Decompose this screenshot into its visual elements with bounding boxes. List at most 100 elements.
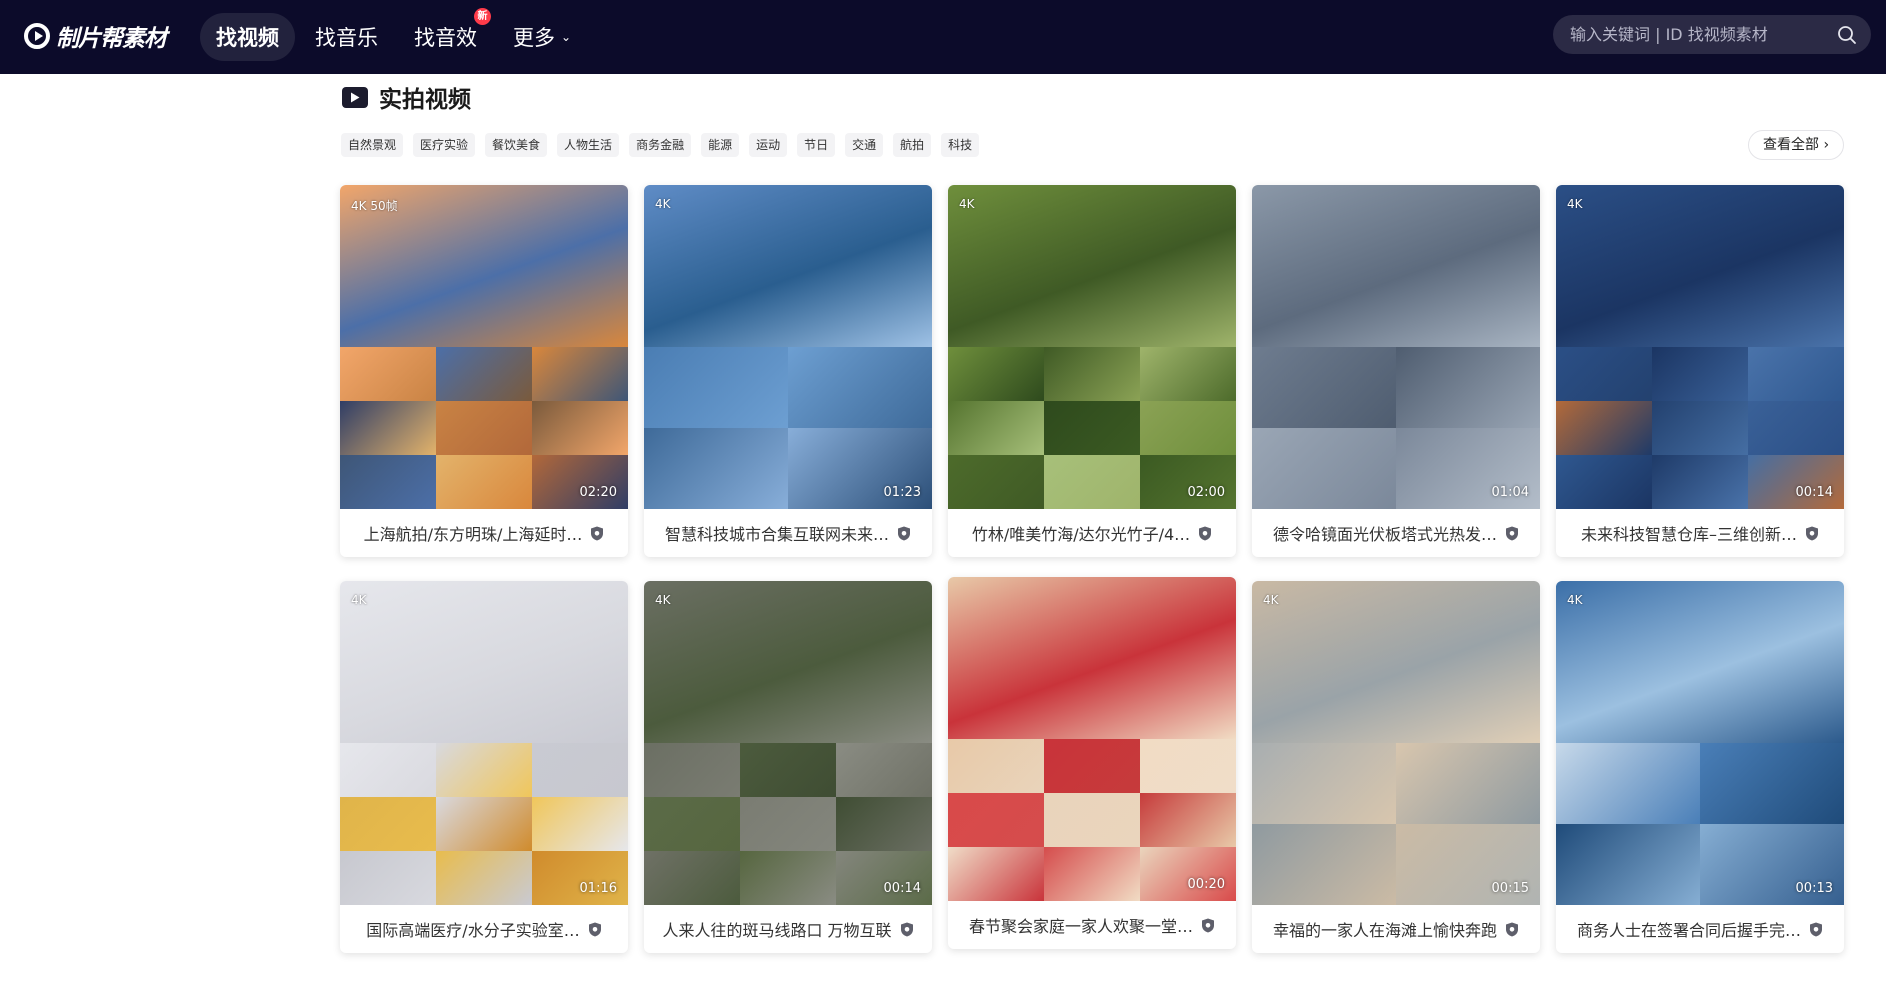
video-thumbnail[interactable]: 4K 01:23 bbox=[644, 185, 932, 509]
thumbnail-frame bbox=[340, 743, 436, 797]
tag-business[interactable]: 商务金融 bbox=[629, 133, 692, 157]
video-thumbnail[interactable]: 4K 00:14 bbox=[1556, 185, 1844, 509]
copyright-shield-icon[interactable] bbox=[1809, 922, 1823, 937]
video-card[interactable]: 4K 00:14 人来人往的斑马线路口 万物互联 bbox=[644, 581, 932, 953]
video-title[interactable]: 智慧科技城市合集互联网未来… bbox=[665, 521, 889, 545]
card-title-row: 国际高端医疗/水分子实验室… bbox=[340, 905, 628, 953]
video-title[interactable]: 竹林/唯美竹海/达尔光竹子/4… bbox=[972, 521, 1190, 545]
nav-item-more[interactable]: 更多 ⌄ bbox=[497, 13, 587, 61]
view-all-button[interactable]: 查看全部 › bbox=[1748, 130, 1845, 160]
video-thumbnail[interactable]: 01:04 bbox=[1252, 185, 1540, 509]
nav-item-sound-effects[interactable]: 找音效 新 bbox=[398, 8, 493, 61]
tag-food[interactable]: 餐饮美食 bbox=[485, 133, 548, 157]
new-badge: 新 bbox=[474, 8, 491, 25]
thumbnail-frame bbox=[1556, 401, 1652, 455]
video-title[interactable]: 人来人往的斑马线路口 万物互联 bbox=[662, 917, 891, 941]
thumbnail-frame bbox=[1044, 793, 1140, 847]
copyright-shield-icon[interactable] bbox=[1198, 526, 1212, 541]
tag-energy[interactable]: 能源 bbox=[701, 133, 740, 157]
video-title[interactable]: 春节聚会家庭一家人欢聚一堂… bbox=[969, 913, 1193, 937]
tag-sports[interactable]: 运动 bbox=[749, 133, 788, 157]
quality-badge: 4K 50帧 bbox=[351, 199, 398, 213]
video-camera-icon bbox=[342, 87, 368, 108]
tag-holidays[interactable]: 节日 bbox=[797, 133, 836, 157]
video-thumbnail[interactable]: 4K 50帧 02:20 bbox=[340, 185, 628, 509]
search-input[interactable] bbox=[1570, 25, 1830, 44]
thumbnail-frame bbox=[532, 851, 628, 905]
thumbnail-main-frame bbox=[340, 581, 628, 743]
copyright-shield-icon[interactable] bbox=[897, 526, 911, 541]
video-card[interactable]: 00:20 春节聚会家庭一家人欢聚一堂… bbox=[948, 577, 1236, 949]
video-thumbnail[interactable]: 4K 00:13 bbox=[1556, 581, 1844, 905]
section-header: 实拍视频 bbox=[341, 82, 471, 113]
thumbnail-main-frame bbox=[1556, 581, 1844, 743]
thumbnail-frame bbox=[1044, 739, 1140, 793]
thumbnail-frame bbox=[1140, 739, 1236, 793]
tag-aerial[interactable]: 航拍 bbox=[893, 133, 932, 157]
copyright-shield-icon[interactable] bbox=[1505, 922, 1519, 937]
video-card[interactable]: 4K 02:00 竹林/唯美竹海/达尔光竹子/4… bbox=[948, 185, 1236, 557]
thumbnail-frame bbox=[1140, 847, 1236, 901]
logo-play-icon bbox=[24, 23, 50, 49]
site-logo[interactable]: 制片帮素材 bbox=[24, 18, 167, 54]
thumbnail-frame bbox=[532, 455, 628, 509]
copyright-shield-icon[interactable] bbox=[900, 922, 914, 937]
thumbnail-frame bbox=[644, 428, 788, 509]
nav-item-videos[interactable]: 找视频 bbox=[200, 13, 295, 61]
video-card[interactable]: 4K 00:14 未来科技智慧仓库–三维创新… bbox=[1556, 185, 1844, 557]
quality-badge: 4K bbox=[1567, 593, 1583, 607]
thumbnail-frame bbox=[948, 401, 1044, 455]
thumbnail-frame bbox=[1252, 347, 1396, 428]
video-title[interactable]: 国际高端医疗/水分子实验室… bbox=[366, 917, 579, 941]
nav-item-music[interactable]: 找音乐 bbox=[299, 13, 394, 61]
card-title-row: 幸福的一家人在海滩上愉快奔跑 bbox=[1252, 905, 1540, 953]
video-title[interactable]: 上海航拍/东方明珠/上海延时… bbox=[364, 521, 583, 545]
copyright-shield-icon[interactable] bbox=[1201, 918, 1215, 933]
thumbnail-frame bbox=[1140, 455, 1236, 509]
top-navigation-bar: 制片帮素材 找视频 找音乐 找音效 新 更多 ⌄ bbox=[0, 0, 1886, 74]
nav-label: 找音效 bbox=[414, 26, 477, 50]
thumbnail-frame bbox=[436, 347, 532, 401]
tag-technology[interactable]: 科技 bbox=[941, 133, 980, 157]
main-nav: 找视频 找音乐 找音效 新 更多 ⌄ bbox=[200, 8, 591, 61]
video-title[interactable]: 商务人士在签署合同后握手完… bbox=[1577, 917, 1801, 941]
thumbnail-frame bbox=[836, 743, 932, 797]
tag-traffic[interactable]: 交通 bbox=[845, 133, 884, 157]
video-title[interactable]: 德令哈镜面光伏板塔式光热发… bbox=[1273, 521, 1497, 545]
video-thumbnail[interactable]: 4K 00:14 bbox=[644, 581, 932, 905]
video-card[interactable]: 4K 01:23 智慧科技城市合集互联网未来… bbox=[644, 185, 932, 557]
video-title[interactable]: 幸福的一家人在海滩上愉快奔跑 bbox=[1273, 917, 1497, 941]
video-card[interactable]: 4K 50帧 02:20 上海航拍/东方明珠/上海延时… bbox=[340, 185, 628, 557]
thumbnail-frame bbox=[1252, 428, 1396, 509]
thumbnail-main-frame bbox=[948, 577, 1236, 739]
thumbnail-frame bbox=[644, 347, 788, 428]
thumbnail-main-frame bbox=[644, 185, 932, 347]
video-card[interactable]: 4K 00:13 商务人士在签署合同后握手完… bbox=[1556, 581, 1844, 953]
tag-nature[interactable]: 自然景观 bbox=[341, 133, 404, 157]
video-thumbnail[interactable]: 4K 01:16 bbox=[340, 581, 628, 905]
copyright-shield-icon[interactable] bbox=[1505, 526, 1519, 541]
video-card[interactable]: 4K 00:15 幸福的一家人在海滩上愉快奔跑 bbox=[1252, 581, 1540, 953]
tag-medical[interactable]: 医疗实验 bbox=[413, 133, 476, 157]
copyright-shield-icon[interactable] bbox=[588, 922, 602, 937]
video-title[interactable]: 未来科技智慧仓库–三维创新… bbox=[1581, 521, 1797, 545]
video-thumbnail[interactable]: 4K 00:15 bbox=[1252, 581, 1540, 905]
duration-label: 02:00 bbox=[1187, 485, 1225, 500]
thumbnail-frame bbox=[836, 851, 932, 905]
thumbnail-frame bbox=[1044, 847, 1140, 901]
thumbnail-frame bbox=[1748, 347, 1844, 401]
card-title-row: 商务人士在签署合同后握手完… bbox=[1556, 905, 1844, 953]
video-thumbnail[interactable]: 00:20 bbox=[948, 577, 1236, 901]
video-card[interactable]: 01:04 德令哈镜面光伏板塔式光热发… bbox=[1252, 185, 1540, 557]
tag-people-life[interactable]: 人物生活 bbox=[557, 133, 620, 157]
thumbnail-frame bbox=[948, 739, 1044, 793]
thumbnail-frame bbox=[1748, 455, 1844, 509]
thumbnail-frame bbox=[1044, 347, 1140, 401]
search-icon[interactable] bbox=[1837, 25, 1857, 45]
video-card[interactable]: 4K 01:16 国际高端医疗/水分子实验室… bbox=[340, 581, 628, 953]
video-thumbnail[interactable]: 4K 02:00 bbox=[948, 185, 1236, 509]
copyright-shield-icon[interactable] bbox=[590, 526, 604, 541]
copyright-shield-icon[interactable] bbox=[1805, 526, 1819, 541]
thumbnail-frame bbox=[1700, 743, 1844, 824]
quality-badge: 4K bbox=[351, 593, 367, 607]
